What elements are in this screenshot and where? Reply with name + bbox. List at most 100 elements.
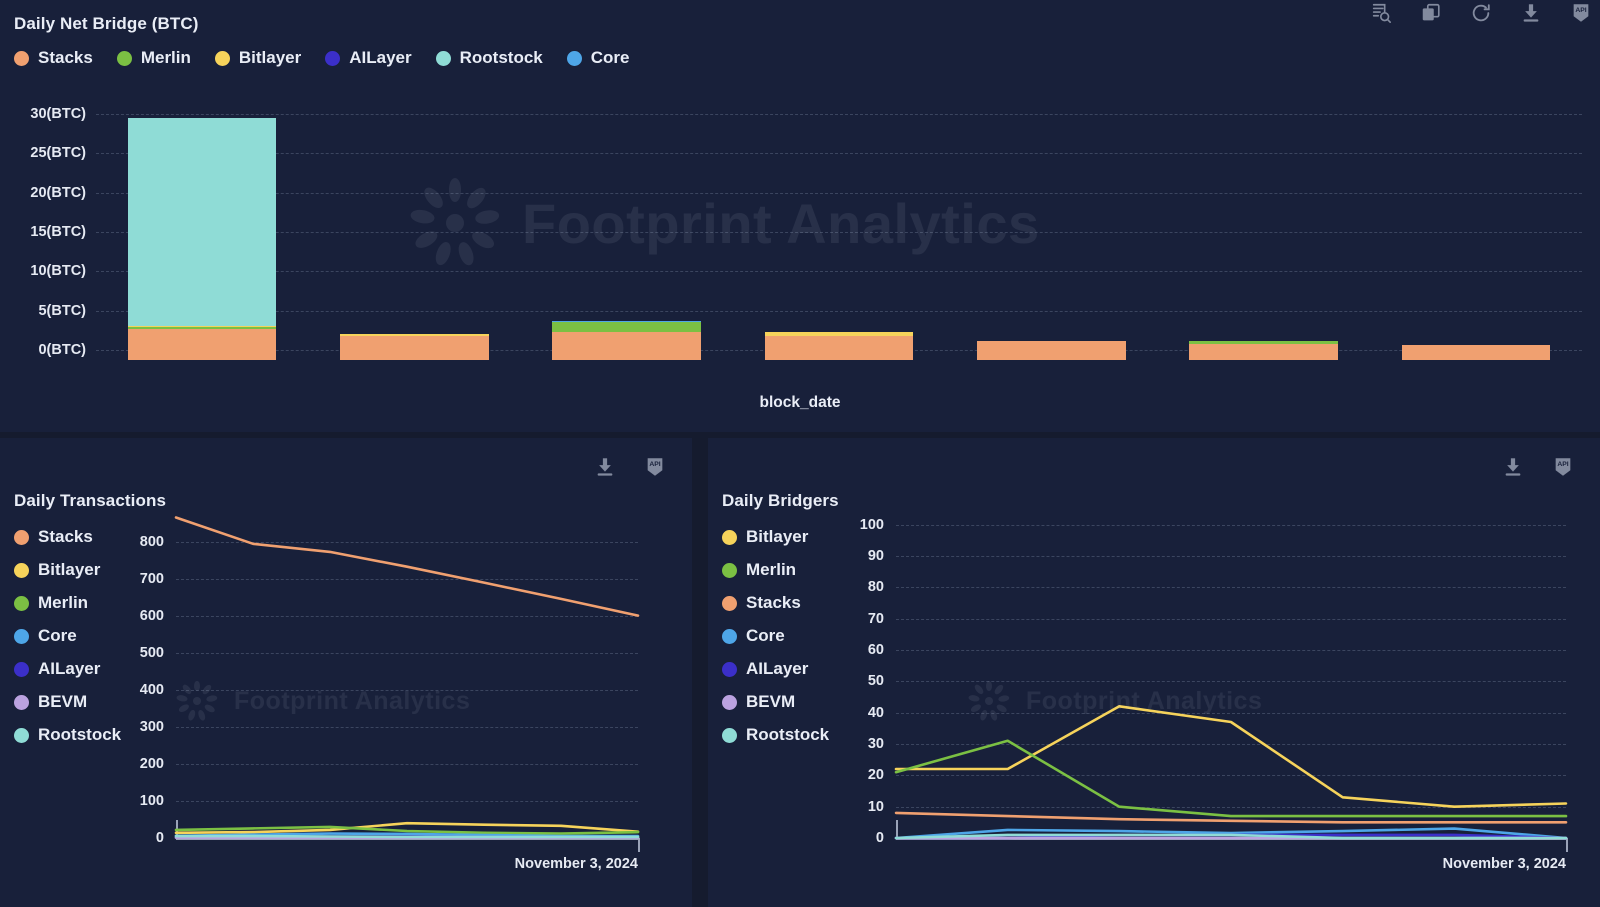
legend-item-bitlayer[interactable]: Bitlayer	[214, 48, 302, 68]
y-axis-tick: 20(BTC)	[30, 184, 86, 201]
series-layer	[174, 516, 640, 839]
legend-swatch-rootstock	[14, 727, 29, 743]
refresh-icon[interactable]	[1470, 2, 1492, 24]
legend-swatch-bitlayer	[722, 529, 737, 545]
line-core[interactable]	[894, 827, 1568, 840]
bar-segment-stacks[interactable]	[340, 335, 489, 360]
legend-swatch-ailayer	[14, 661, 29, 677]
legend-label: BEVM	[38, 692, 88, 711]
legend-label: Core	[746, 626, 785, 645]
download-icon[interactable]	[1502, 456, 1524, 478]
legend-swatch-bevm	[722, 694, 737, 710]
line-rootstock[interactable]	[174, 834, 640, 839]
legend-label: Stacks	[746, 593, 801, 612]
download-icon[interactable]	[594, 456, 616, 478]
download-icon[interactable]	[1520, 2, 1542, 24]
daily-transactions-plot: 0 100 200 300 400 500 600 700 800 November 3, 202…	[130, 498, 678, 896]
bar-segment-merlin[interactable]	[552, 322, 701, 332]
legend-swatch-bitlayer	[214, 50, 230, 66]
legend-item-rootstock[interactable]: Rootstock	[435, 48, 543, 68]
legend-swatch-stacks	[14, 529, 29, 545]
legend-swatch-merlin	[14, 595, 29, 611]
legend-swatch-stacks	[14, 50, 29, 66]
watermark: Footprint Analytics	[400, 168, 1040, 278]
y-axis-tick: 15(BTC)	[30, 223, 86, 240]
legend-swatch-ailayer	[722, 661, 737, 677]
legend-label: AILayer	[349, 48, 412, 67]
svg-text:API: API	[649, 461, 660, 468]
bar-segment-stacks[interactable]	[127, 328, 277, 360]
legend-label: Merlin	[38, 593, 89, 612]
x-axis-title: block_date	[759, 394, 841, 411]
series-layer	[894, 705, 1568, 840]
bar-segment-stacks[interactable]	[764, 336, 914, 360]
legend-swatch-core	[14, 628, 29, 644]
legend-swatch-merlin	[722, 562, 737, 578]
legend-label: Bitlayer	[238, 48, 302, 67]
api-icon[interactable]: API	[644, 456, 666, 478]
line-merlin[interactable]	[894, 739, 1568, 818]
bar-column[interactable]	[340, 108, 489, 360]
bar-segment-rootstock[interactable]	[127, 117, 277, 326]
daily-bridgers-plot: 0 10 20 30 40 50 60 70 80 90 100 November 3, 2024 F…	[854, 498, 1586, 896]
legend-label: Stacks	[38, 527, 93, 546]
legend-item-merlin[interactable]: Merlin	[116, 48, 191, 68]
line-stacks[interactable]	[894, 811, 1568, 824]
legend-label: Merlin	[746, 560, 797, 579]
legend-item-core[interactable]: Core	[566, 48, 630, 68]
bar-segment-stacks[interactable]	[1401, 345, 1551, 360]
legend-swatch-bitlayer	[14, 562, 29, 578]
daily-transactions-panel: API Daily Transactions Stacks Bitlayer M…	[0, 438, 692, 907]
legend-swatch-rootstock	[722, 727, 737, 743]
legend-label: Core	[590, 48, 630, 67]
legend-swatch-merlin	[116, 50, 132, 66]
legend-label: Rootstock	[459, 48, 543, 67]
legend-swatch-ailayer	[325, 50, 341, 66]
bar-segment-stacks[interactable]	[976, 341, 1126, 360]
legend-label: AILayer	[746, 659, 809, 678]
api-icon[interactable]: API	[1570, 2, 1592, 24]
query-inspect-icon[interactable]	[1370, 2, 1392, 24]
legend-label: Rootstock	[38, 725, 122, 744]
y-axis-tick: 30(BTC)	[30, 105, 86, 122]
legend-daily-net-bridge: Stacks Merlin Bitlayer AILayer Rootstock…	[14, 48, 1600, 68]
line-stacks[interactable]	[174, 516, 640, 617]
bar-segment-stacks[interactable]	[1189, 344, 1338, 360]
bar-column[interactable]	[1189, 108, 1338, 360]
line-bitlayer[interactable]	[894, 705, 1568, 809]
daily-bridgers-panel: API Daily Bridgers Bitlayer Merlin Stack…	[708, 438, 1600, 907]
page-title: Daily Net Bridge (BTC)	[14, 14, 199, 33]
legend-swatch-bevm	[14, 694, 29, 710]
y-axis-tick: 25(BTC)	[30, 145, 86, 162]
y-axis-tick: 5(BTC)	[38, 302, 86, 319]
y-axis-tick: 0(BTC)	[38, 342, 86, 358]
legend-label: Merlin	[140, 48, 191, 67]
bar-column[interactable]	[976, 108, 1126, 360]
legend-label: AILayer	[38, 659, 101, 678]
legend-label: Bitlayer	[746, 527, 809, 546]
bar-segment-stacks[interactable]	[552, 331, 701, 360]
legend-label: Bitlayer	[38, 560, 101, 579]
daily-transactions-toolbar: API	[594, 456, 666, 478]
daily-net-bridge-plot: 0(BTC) 5(BTC) 10(BTC) 15(BTC) 20(BTC) 25(BTC)…	[0, 98, 1600, 480]
svg-text:API: API	[1557, 461, 1568, 468]
legend-swatch-stacks	[722, 595, 737, 611]
top-toolbar: API	[1370, 2, 1592, 24]
svg-text:API: API	[1575, 7, 1586, 14]
legend-item-stacks[interactable]: Stacks	[14, 48, 93, 68]
legend-label: Core	[38, 626, 77, 645]
api-icon[interactable]: API	[1552, 456, 1574, 478]
y-axis-tick: 10(BTC)	[30, 263, 86, 280]
legend-label: Stacks	[38, 48, 93, 67]
legend-swatch-core	[722, 628, 737, 644]
bar-column[interactable]	[764, 108, 914, 360]
bar-column[interactable]	[1401, 108, 1551, 360]
bar-column[interactable]	[552, 108, 701, 360]
bar-column[interactable]	[127, 108, 277, 360]
legend-label: Rootstock	[746, 725, 830, 744]
daily-net-bridge-panel: Daily Net Bridge (BTC) API Stacks Merlin…	[0, 0, 1600, 480]
legend-item-ailayer[interactable]: AILayer	[325, 48, 412, 68]
duplicate-icon[interactable]	[1420, 2, 1442, 24]
legend-swatch-core	[566, 50, 582, 66]
legend-swatch-rootstock	[435, 50, 451, 66]
